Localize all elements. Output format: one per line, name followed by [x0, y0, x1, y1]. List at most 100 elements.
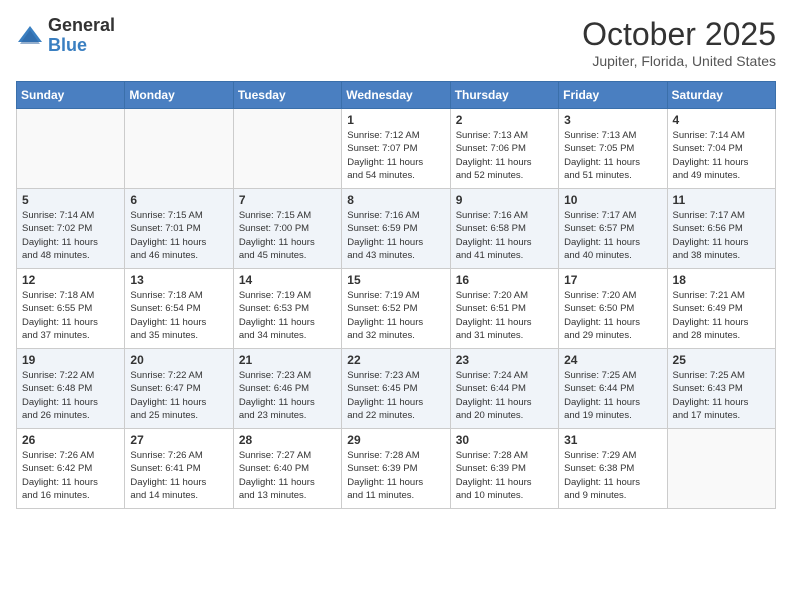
- calendar-cell: 7 Sunrise: 7:15 AM Sunset: 7:00 PM Daylig…: [233, 189, 341, 269]
- calendar-cell: 10Sunrise: 7:17 AM Sunset: 6:57 PM Dayli…: [559, 189, 667, 269]
- calendar-cell: 4 Sunrise: 7:14 AM Sunset: 7:04 PM Daylig…: [667, 109, 775, 189]
- calendar-header: SundayMondayTuesdayWednesdayThursdayFrid…: [17, 82, 776, 109]
- calendar-cell: 2Sunrise: 7:13 AM Sunset: 7:06 PM Daylig…: [450, 109, 558, 189]
- calendar-cell: 14 Sunrise: 7:19 AM Sunset: 6:53 PM Dayli…: [233, 269, 341, 349]
- calendar-week-4: 19 Sunrise: 7:22 AM Sunset: 6:48 PM Dayli…: [17, 349, 776, 429]
- day-info: Sunrise: 7:14 AM Sunset: 7:02 PM Dayligh…: [22, 209, 119, 262]
- day-number: 4: [673, 113, 770, 127]
- calendar-cell: 15 Sunrise: 7:19 AM Sunset: 6:52 PM Dayli…: [342, 269, 450, 349]
- title-block: October 2025 Jupiter, Florida, United St…: [582, 16, 776, 69]
- weekday-header-monday: Monday: [125, 82, 233, 109]
- day-info: Sunrise: 7:28 AM Sunset: 6:39 PM Dayligh…: [347, 449, 444, 502]
- weekday-header-sunday: Sunday: [17, 82, 125, 109]
- day-info: Sunrise: 7:13 AM Sunset: 7:05 PM Dayligh…: [564, 129, 661, 182]
- calendar-table: SundayMondayTuesdayWednesdayThursdayFrid…: [16, 81, 776, 509]
- day-info: Sunrise: 7:24 AM Sunset: 6:44 PM Dayligh…: [456, 369, 553, 422]
- weekday-header-tuesday: Tuesday: [233, 82, 341, 109]
- day-info: Sunrise: 7:14 AM Sunset: 7:04 PM Dayligh…: [673, 129, 770, 182]
- calendar-cell: 24Sunrise: 7:25 AM Sunset: 6:44 PM Dayli…: [559, 349, 667, 429]
- weekday-header-thursday: Thursday: [450, 82, 558, 109]
- day-info: Sunrise: 7:21 AM Sunset: 6:49 PM Dayligh…: [673, 289, 770, 342]
- day-number: 31: [564, 433, 661, 447]
- day-number: 15: [347, 273, 444, 287]
- calendar-week-3: 12Sunrise: 7:18 AM Sunset: 6:55 PM Dayli…: [17, 269, 776, 349]
- day-number: 28: [239, 433, 336, 447]
- day-info: Sunrise: 7:16 AM Sunset: 6:58 PM Dayligh…: [456, 209, 553, 262]
- day-info: Sunrise: 7:20 AM Sunset: 6:51 PM Dayligh…: [456, 289, 553, 342]
- day-number: 14: [239, 273, 336, 287]
- location-text: Jupiter, Florida, United States: [582, 53, 776, 69]
- day-info: Sunrise: 7:18 AM Sunset: 6:54 PM Dayligh…: [130, 289, 227, 342]
- calendar-body: 1Sunrise: 7:12 AM Sunset: 7:07 PM Daylig…: [17, 109, 776, 509]
- calendar-cell: 30 Sunrise: 7:28 AM Sunset: 6:39 PM Dayli…: [450, 429, 558, 509]
- day-info: Sunrise: 7:22 AM Sunset: 6:48 PM Dayligh…: [22, 369, 119, 422]
- day-number: 17: [564, 273, 661, 287]
- day-number: 24: [564, 353, 661, 367]
- calendar-cell: 8Sunrise: 7:16 AM Sunset: 6:59 PM Daylig…: [342, 189, 450, 269]
- day-info: Sunrise: 7:15 AM Sunset: 7:01 PM Dayligh…: [130, 209, 227, 262]
- day-number: 3: [564, 113, 661, 127]
- day-info: Sunrise: 7:16 AM Sunset: 6:59 PM Dayligh…: [347, 209, 444, 262]
- day-info: Sunrise: 7:22 AM Sunset: 6:47 PM Dayligh…: [130, 369, 227, 422]
- day-number: 30: [456, 433, 553, 447]
- calendar-cell: 6Sunrise: 7:15 AM Sunset: 7:01 PM Daylig…: [125, 189, 233, 269]
- calendar-cell: 25 Sunrise: 7:25 AM Sunset: 6:43 PM Dayli…: [667, 349, 775, 429]
- weekday-header-wednesday: Wednesday: [342, 82, 450, 109]
- day-number: 22: [347, 353, 444, 367]
- day-info: Sunrise: 7:25 AM Sunset: 6:43 PM Dayligh…: [673, 369, 770, 422]
- day-info: Sunrise: 7:15 AM Sunset: 7:00 PM Dayligh…: [239, 209, 336, 262]
- day-info: Sunrise: 7:29 AM Sunset: 6:38 PM Dayligh…: [564, 449, 661, 502]
- day-number: 7: [239, 193, 336, 207]
- weekday-header-row: SundayMondayTuesdayWednesdayThursdayFrid…: [17, 82, 776, 109]
- calendar-cell: 23 Sunrise: 7:24 AM Sunset: 6:44 PM Dayli…: [450, 349, 558, 429]
- calendar-cell: 13 Sunrise: 7:18 AM Sunset: 6:54 PM Dayli…: [125, 269, 233, 349]
- page-header: General Blue October 2025 Jupiter, Flori…: [16, 16, 776, 69]
- day-info: Sunrise: 7:17 AM Sunset: 6:56 PM Dayligh…: [673, 209, 770, 262]
- day-info: Sunrise: 7:19 AM Sunset: 6:52 PM Dayligh…: [347, 289, 444, 342]
- day-number: 26: [22, 433, 119, 447]
- calendar-cell: [17, 109, 125, 189]
- calendar-cell: 22 Sunrise: 7:23 AM Sunset: 6:45 PM Dayli…: [342, 349, 450, 429]
- day-number: 18: [673, 273, 770, 287]
- day-info: Sunrise: 7:13 AM Sunset: 7:06 PM Dayligh…: [456, 129, 553, 182]
- calendar-cell: 11 Sunrise: 7:17 AM Sunset: 6:56 PM Dayli…: [667, 189, 775, 269]
- day-number: 9: [456, 193, 553, 207]
- day-info: Sunrise: 7:27 AM Sunset: 6:40 PM Dayligh…: [239, 449, 336, 502]
- day-info: Sunrise: 7:26 AM Sunset: 6:42 PM Dayligh…: [22, 449, 119, 502]
- day-number: 11: [673, 193, 770, 207]
- day-number: 13: [130, 273, 227, 287]
- logo-blue-text: Blue: [48, 35, 87, 55]
- day-info: Sunrise: 7:23 AM Sunset: 6:46 PM Dayligh…: [239, 369, 336, 422]
- logo-general-text: General: [48, 15, 115, 35]
- calendar-week-1: 1Sunrise: 7:12 AM Sunset: 7:07 PM Daylig…: [17, 109, 776, 189]
- month-title: October 2025: [582, 16, 776, 53]
- logo: General Blue: [16, 16, 115, 56]
- day-number: 20: [130, 353, 227, 367]
- day-number: 25: [673, 353, 770, 367]
- calendar-cell: 5 Sunrise: 7:14 AM Sunset: 7:02 PM Daylig…: [17, 189, 125, 269]
- calendar-cell: 17Sunrise: 7:20 AM Sunset: 6:50 PM Dayli…: [559, 269, 667, 349]
- day-info: Sunrise: 7:26 AM Sunset: 6:41 PM Dayligh…: [130, 449, 227, 502]
- day-info: Sunrise: 7:19 AM Sunset: 6:53 PM Dayligh…: [239, 289, 336, 342]
- calendar-cell: [125, 109, 233, 189]
- day-info: Sunrise: 7:23 AM Sunset: 6:45 PM Dayligh…: [347, 369, 444, 422]
- calendar-cell: 26 Sunrise: 7:26 AM Sunset: 6:42 PM Dayli…: [17, 429, 125, 509]
- weekday-header-friday: Friday: [559, 82, 667, 109]
- day-number: 29: [347, 433, 444, 447]
- day-number: 19: [22, 353, 119, 367]
- day-info: Sunrise: 7:28 AM Sunset: 6:39 PM Dayligh…: [456, 449, 553, 502]
- day-number: 10: [564, 193, 661, 207]
- calendar-cell: 27 Sunrise: 7:26 AM Sunset: 6:41 PM Dayli…: [125, 429, 233, 509]
- logo-icon: [16, 22, 44, 50]
- day-number: 23: [456, 353, 553, 367]
- calendar-cell: 1Sunrise: 7:12 AM Sunset: 7:07 PM Daylig…: [342, 109, 450, 189]
- calendar-cell: 20 Sunrise: 7:22 AM Sunset: 6:47 PM Dayli…: [125, 349, 233, 429]
- calendar-week-5: 26 Sunrise: 7:26 AM Sunset: 6:42 PM Dayli…: [17, 429, 776, 509]
- day-number: 5: [22, 193, 119, 207]
- day-number: 27: [130, 433, 227, 447]
- day-number: 21: [239, 353, 336, 367]
- calendar-cell: 19 Sunrise: 7:22 AM Sunset: 6:48 PM Dayli…: [17, 349, 125, 429]
- day-info: Sunrise: 7:18 AM Sunset: 6:55 PM Dayligh…: [22, 289, 119, 342]
- weekday-header-saturday: Saturday: [667, 82, 775, 109]
- calendar-cell: 16Sunrise: 7:20 AM Sunset: 6:51 PM Dayli…: [450, 269, 558, 349]
